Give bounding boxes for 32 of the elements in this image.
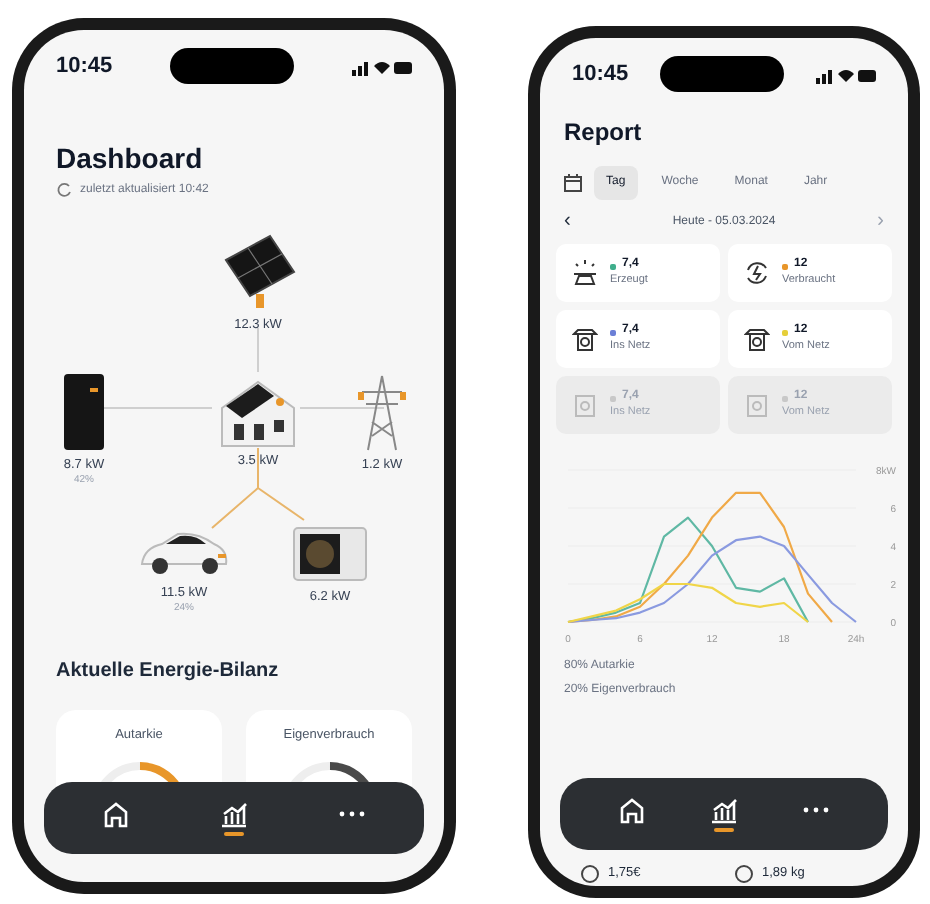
meter-icon xyxy=(744,326,770,352)
power-pylon-drawing xyxy=(352,371,412,451)
home-icon xyxy=(618,796,646,824)
status-time: 10:45 xyxy=(56,51,113,82)
more-icon xyxy=(802,806,830,814)
more-icon xyxy=(338,810,366,818)
solar-icon xyxy=(572,260,598,286)
camera-island xyxy=(170,48,295,84)
previous-day-button[interactable]: ‹ xyxy=(564,212,571,232)
status-icons xyxy=(815,65,876,83)
heat-pump-drawing xyxy=(290,523,370,583)
status-time: 10:45 xyxy=(572,59,629,90)
lightning-cycle-icon xyxy=(744,260,770,286)
calendar-icon xyxy=(564,174,582,192)
connector-line xyxy=(299,406,385,408)
meter-icon xyxy=(572,392,598,418)
camera-island xyxy=(660,56,785,92)
connector-line xyxy=(257,327,259,372)
battery-drawing xyxy=(62,371,106,451)
page-title: Report xyxy=(562,116,644,150)
car-drawing xyxy=(138,527,230,579)
meter-icon xyxy=(744,392,770,418)
chart-icon xyxy=(220,800,248,828)
refresh-icon xyxy=(56,182,72,198)
status-icons xyxy=(351,57,412,75)
meter-icon xyxy=(572,326,598,352)
chart-icon xyxy=(710,796,738,824)
section-title: Aktuelle Energie-Bilanz xyxy=(54,657,281,685)
next-day-button[interactable]: › xyxy=(877,212,884,232)
page-title: Dashboard xyxy=(56,142,205,177)
branching-connector-line xyxy=(211,446,305,528)
home-icon xyxy=(102,800,130,828)
